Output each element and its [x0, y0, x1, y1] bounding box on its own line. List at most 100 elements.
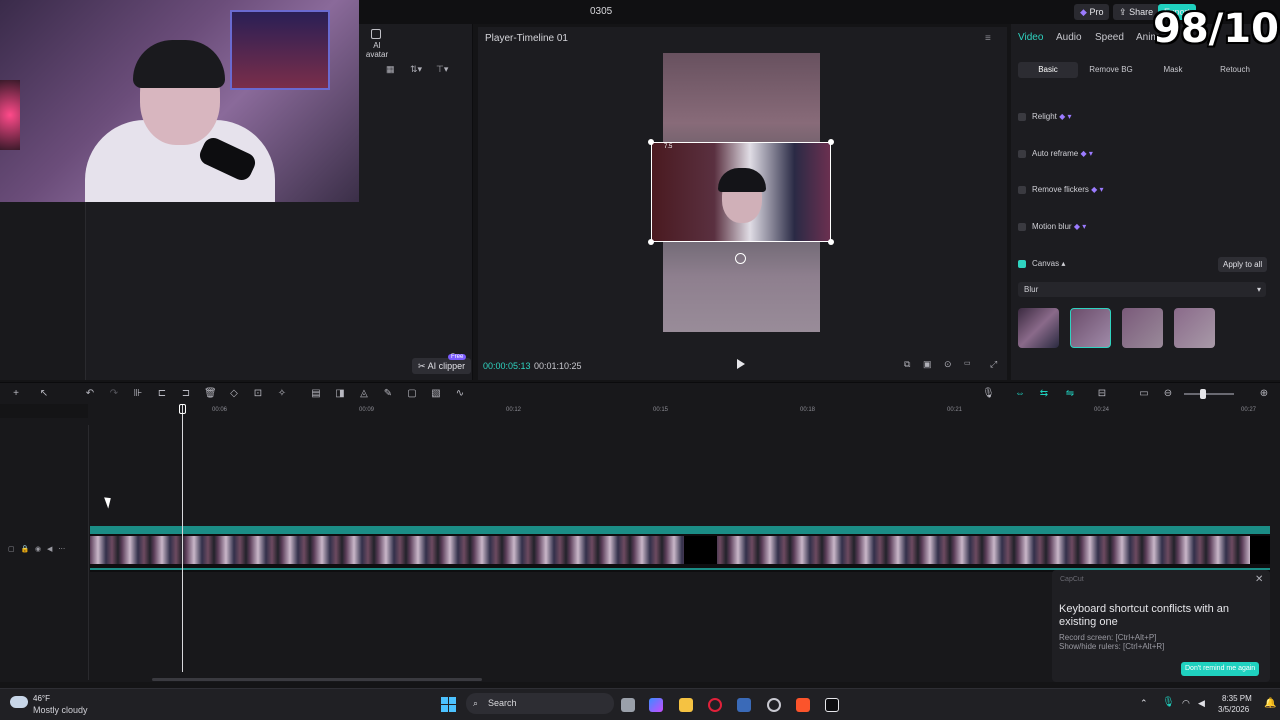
auto-reframe-checkbox[interactable] [1018, 149, 1026, 158]
caption-icon[interactable]: ▭ [1138, 388, 1150, 400]
ratio-icon[interactable]: ⧉ [904, 359, 910, 370]
split-right-icon[interactable]: ⊐ [180, 388, 192, 400]
zoom-in-icon[interactable]: ⊕ [1258, 388, 1270, 400]
blur-thumb-3[interactable] [1122, 308, 1163, 348]
resize-handle-tr[interactable] [828, 139, 834, 145]
freeze-icon[interactable]: ▤ [310, 388, 322, 400]
audio-wave-icon[interactable]: ∿ [454, 388, 466, 400]
fit-icon[interactable]: ▣ [923, 359, 932, 370]
rotate-icon[interactable] [735, 253, 746, 264]
subtab-mask[interactable]: Mask [1150, 62, 1196, 78]
opera-icon[interactable] [708, 698, 722, 712]
track-icon[interactable]: ⊟ [1096, 388, 1108, 400]
ai-clipper-button[interactable]: ✂ AI clipper [412, 358, 472, 374]
search-input[interactable]: ⌕ Search [466, 693, 614, 714]
volume-icon[interactable]: ◀ [1198, 698, 1205, 709]
split-icon[interactable]: ⊪ [132, 388, 144, 400]
link-icon[interactable]: ⇔ [1014, 388, 1026, 400]
copilot-icon[interactable] [649, 698, 663, 712]
frame-icon[interactable]: ▢ [406, 388, 418, 400]
image-icon[interactable]: ▧ [430, 388, 442, 400]
clock-date[interactable]: 3/5/2026 [1218, 705, 1249, 714]
chevron-up-icon[interactable]: ⌃ [1140, 698, 1148, 709]
weather-desc[interactable]: Mostly cloudy [33, 705, 88, 715]
ai-avatar-label[interactable]: AI avatar [362, 41, 392, 59]
wifi-icon[interactable]: ◠ [1182, 698, 1190, 709]
notification-bell-icon[interactable]: 🔔 [1264, 698, 1276, 709]
relight-checkbox[interactable] [1018, 112, 1026, 121]
snap-icon[interactable]: ⇆ [1038, 388, 1050, 400]
weather-temp[interactable]: 46°F [33, 694, 50, 703]
canvas-type-select[interactable]: Blur ▾ [1018, 282, 1266, 297]
preview-axis-icon[interactable]: ⇋ [1064, 388, 1076, 400]
app-icon[interactable] [767, 698, 781, 712]
zoom-slider[interactable] [1184, 393, 1234, 395]
eye-icon[interactable]: ◉ [35, 546, 41, 553]
filter-icon[interactable]: ⊤▾ [436, 64, 448, 75]
blur-thumb-4[interactable] [1174, 308, 1215, 348]
redo-icon[interactable]: ↷ [108, 388, 120, 400]
option-remove-flickers[interactable]: Remove flickers ◆ ▾ [1018, 185, 1104, 194]
option-relight[interactable]: Relight ◆ ▾ [1018, 112, 1072, 121]
microphone-icon[interactable]: 🎙 [1162, 697, 1175, 708]
option-motion-blur[interactable]: Motion blur ◆ ▾ [1018, 222, 1086, 231]
tab-speed[interactable]: Speed [1095, 32, 1124, 43]
mirror-icon[interactable]: ◨ [334, 388, 346, 400]
option-auto-reframe[interactable]: Auto reframe ◆ ▾ [1018, 149, 1093, 158]
magic-icon[interactable]: ✧ [276, 388, 288, 400]
undo-icon[interactable]: ↶ [84, 388, 96, 400]
aspect-ratio-icon[interactable]: ▭ [964, 359, 971, 367]
cover-icon[interactable]: ▢ [8, 546, 15, 553]
timeline-scrollbar[interactable] [152, 678, 482, 681]
menu-icon[interactable]: ≡ [985, 33, 991, 44]
delete-icon[interactable]: 🗑 [204, 388, 217, 400]
start-icon[interactable] [441, 697, 456, 712]
dont-remind-button[interactable]: Don't remind me again [1181, 662, 1260, 676]
remove-flickers-checkbox[interactable] [1018, 185, 1026, 194]
playhead[interactable] [182, 404, 183, 672]
shield-icon[interactable]: ◇ [228, 388, 240, 400]
tab-audio[interactable]: Audio [1056, 32, 1082, 43]
canvas-checkbox[interactable] [1018, 259, 1026, 268]
grid-view-icon[interactable]: ▦ [386, 64, 395, 75]
blur-thumb-2[interactable] [1070, 308, 1111, 348]
resize-handle-br[interactable] [828, 239, 834, 245]
subtab-remove-bg[interactable]: Remove BG [1085, 62, 1137, 78]
crop-icon[interactable]: ⊡ [252, 388, 264, 400]
playhead-handle[interactable] [179, 404, 186, 414]
play-icon[interactable] [736, 359, 746, 369]
brave-icon[interactable] [796, 698, 810, 712]
speaker-icon[interactable]: ◀ [47, 546, 52, 553]
lock-icon[interactable]: 🔒 [20, 546, 29, 553]
zoom-slider-handle[interactable] [1200, 389, 1206, 399]
more-icon[interactable]: ⋯ [58, 546, 65, 553]
preview-clip-frame[interactable]: 7.5 [651, 142, 831, 242]
blur-thumb-1[interactable] [1018, 308, 1059, 348]
microphone-icon[interactable]: 🎙 [982, 388, 995, 400]
file-explorer-icon[interactable] [679, 698, 693, 712]
add-icon[interactable]: + [10, 388, 22, 400]
wand-icon[interactable]: ✎ [382, 388, 394, 400]
snapshot-icon[interactable]: ⊙ [944, 359, 952, 370]
store-icon[interactable] [737, 698, 751, 712]
resize-handle-tl[interactable] [648, 139, 654, 145]
subtab-basic[interactable]: Basic [1018, 62, 1078, 78]
option-canvas[interactable]: Canvas ▴ [1018, 259, 1065, 268]
adjust-icon[interactable]: ◬ [358, 388, 370, 400]
select-tool-icon[interactable]: ↖ [38, 388, 50, 400]
close-icon[interactable]: ✕ [1255, 574, 1263, 585]
weather-icon[interactable] [10, 696, 28, 708]
pro-button[interactable]: ◆ Pro [1074, 4, 1110, 20]
sort-icon[interactable]: ⇅▾ [410, 64, 422, 75]
capcut-icon[interactable] [825, 698, 839, 712]
task-view-icon[interactable] [621, 698, 635, 712]
tab-video[interactable]: Video [1018, 32, 1043, 43]
clock-time[interactable]: 8:35 PM [1222, 694, 1252, 703]
subtab-retouch[interactable]: Retouch [1210, 62, 1260, 78]
clip-thumbnails[interactable] [90, 536, 1270, 564]
apply-to-all-button[interactable]: Apply to all [1218, 257, 1268, 272]
split-left-icon[interactable]: ⊏ [156, 388, 168, 400]
ai-avatar-icon[interactable] [371, 29, 381, 39]
fullscreen-icon[interactable]: ⤢ [990, 359, 997, 370]
motion-blur-checkbox[interactable] [1018, 222, 1026, 231]
